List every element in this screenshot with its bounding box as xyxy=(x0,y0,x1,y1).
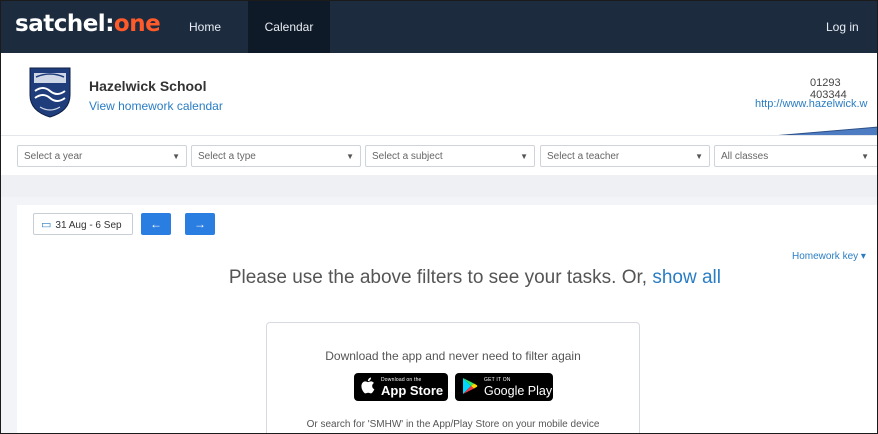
apple-icon xyxy=(361,377,375,400)
nav-home[interactable]: Home xyxy=(189,1,221,53)
caret-down-icon: ▼ xyxy=(520,152,528,161)
google-play-badge[interactable]: GET IT ON Google Play xyxy=(455,373,553,401)
subject-select[interactable]: Select a subject ▼ xyxy=(365,145,535,167)
class-select-label: All classes xyxy=(721,151,769,162)
date-range-button[interactable]: ▭ 31 Aug - 6 Sep xyxy=(33,213,133,235)
calendar-panel: ▭ 31 Aug - 6 Sep ← → Homework key ▾ Pleas… xyxy=(17,205,877,433)
app-window: satchel:one Home Calendar Log in Hazelwi… xyxy=(0,0,878,434)
show-all-link[interactable]: show all xyxy=(652,267,721,288)
type-select-label: Select a type xyxy=(198,151,256,162)
arrow-left-icon: ← xyxy=(150,217,162,231)
caret-down-icon: ▼ xyxy=(172,152,180,161)
filter-prompt-message: Please use the above filters to see your… xyxy=(17,267,721,289)
top-navbar: satchel:one Home Calendar Log in xyxy=(1,1,877,53)
previous-week-button[interactable]: ← xyxy=(141,213,171,235)
caret-down-icon: ▼ xyxy=(861,152,869,161)
date-range-label: 31 Aug - 6 Sep xyxy=(55,220,122,231)
app-store-big-text: App Store xyxy=(381,383,444,398)
school-name: Hazelwick School xyxy=(89,78,207,94)
subject-select-label: Select a subject xyxy=(372,151,443,162)
caret-down-icon: ▼ xyxy=(346,152,354,161)
filter-bar: Select a year ▼ Select a type ▼ Select a… xyxy=(1,135,877,176)
next-week-button[interactable]: → xyxy=(185,213,215,235)
teacher-select-label: Select a teacher xyxy=(547,151,620,162)
school-crest-icon xyxy=(29,67,71,118)
year-select[interactable]: Select a year ▼ xyxy=(17,145,187,167)
satchel-one-logo[interactable]: satchel:one xyxy=(15,11,161,37)
logo-accent-text: one xyxy=(113,11,161,37)
app-download-box: Download the app and never need to filte… xyxy=(266,322,640,433)
google-play-icon xyxy=(462,377,478,401)
nav-calendar[interactable]: Calendar xyxy=(248,1,330,53)
school-website-link[interactable]: http://www.hazelwick.w xyxy=(755,98,867,110)
filter-prompt-text: Please use the above filters to see your… xyxy=(228,267,653,288)
view-homework-calendar-link[interactable]: View homework calendar xyxy=(89,99,223,113)
year-select-label: Select a year xyxy=(24,151,83,162)
app-store-badge[interactable]: Download on the App Store xyxy=(354,373,448,401)
homework-key-dropdown[interactable]: Homework key ▾ xyxy=(792,251,866,262)
class-select[interactable]: All classes ▼ xyxy=(714,145,877,167)
divider-band xyxy=(1,175,877,197)
app-promo-title: Download the app and never need to filte… xyxy=(325,349,581,363)
logo-text: satchel: xyxy=(15,11,114,37)
teacher-select[interactable]: Select a teacher ▼ xyxy=(540,145,710,167)
type-select[interactable]: Select a type ▼ xyxy=(191,145,361,167)
store-search-hint: Or search for 'SMHW' in the App/Play Sto… xyxy=(306,419,600,430)
login-link[interactable]: Log in xyxy=(826,1,859,53)
calendar-icon: ▭ xyxy=(41,219,52,231)
arrow-right-icon: → xyxy=(194,217,206,231)
google-play-big-text: Google Play xyxy=(484,384,553,398)
main-content: ▭ 31 Aug - 6 Sep ← → Homework key ▾ Pleas… xyxy=(1,197,877,433)
caret-down-icon: ▼ xyxy=(695,152,703,161)
school-header: Hazelwick School View homework calendar … xyxy=(1,53,877,167)
